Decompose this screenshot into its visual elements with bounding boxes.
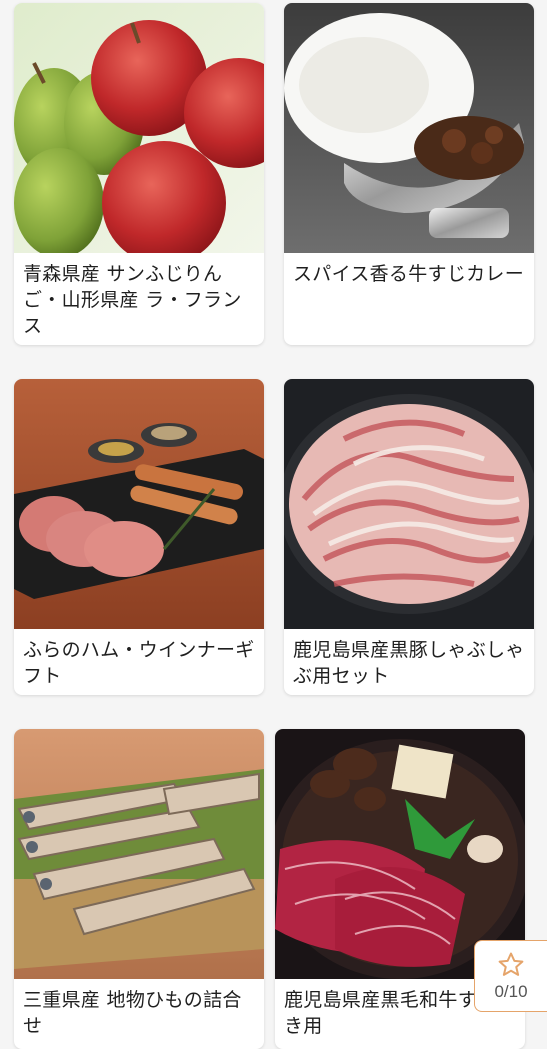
product-title[interactable]: スパイス香る牛すじカレー [284,253,534,295]
product-image[interactable] [284,3,534,253]
product-image[interactable] [14,729,264,979]
product-card[interactable]: 青森県産 サンふじりんご・山形県産 ラ・フランス [14,3,264,345]
favorites-count: 0/10 [494,982,528,1001]
star-icon [498,952,524,976]
product-title[interactable]: ふらのハム・ウインナーギフト [14,629,264,695]
product-image[interactable] [14,3,264,253]
product-title[interactable]: 青森県産 サンふじりんご・山形県産 ラ・フランス [14,253,264,345]
favorites-counter-button[interactable]: 0/10 [474,940,547,1012]
product-title[interactable]: 鹿児島県産黒豚しゃぶしゃぶ用セット [284,629,534,695]
product-title[interactable]: 三重県産 地物ひもの詰合せ [14,979,264,1047]
product-card[interactable]: ふらのハム・ウインナーギフト [14,379,264,695]
product-image[interactable] [284,379,534,629]
product-image[interactable] [14,379,264,629]
product-grid: 青森県産 サンふじりんご・山形県産 ラ・フランス スパイス香る牛すじカレー ふら… [0,0,547,1049]
product-card[interactable]: 鹿児島県産黒豚しゃぶしゃぶ用セット [284,379,534,695]
product-card[interactable]: スパイス香る牛すじカレー [284,3,534,345]
product-card[interactable]: 三重県産 地物ひもの詰合せ [14,729,264,1049]
